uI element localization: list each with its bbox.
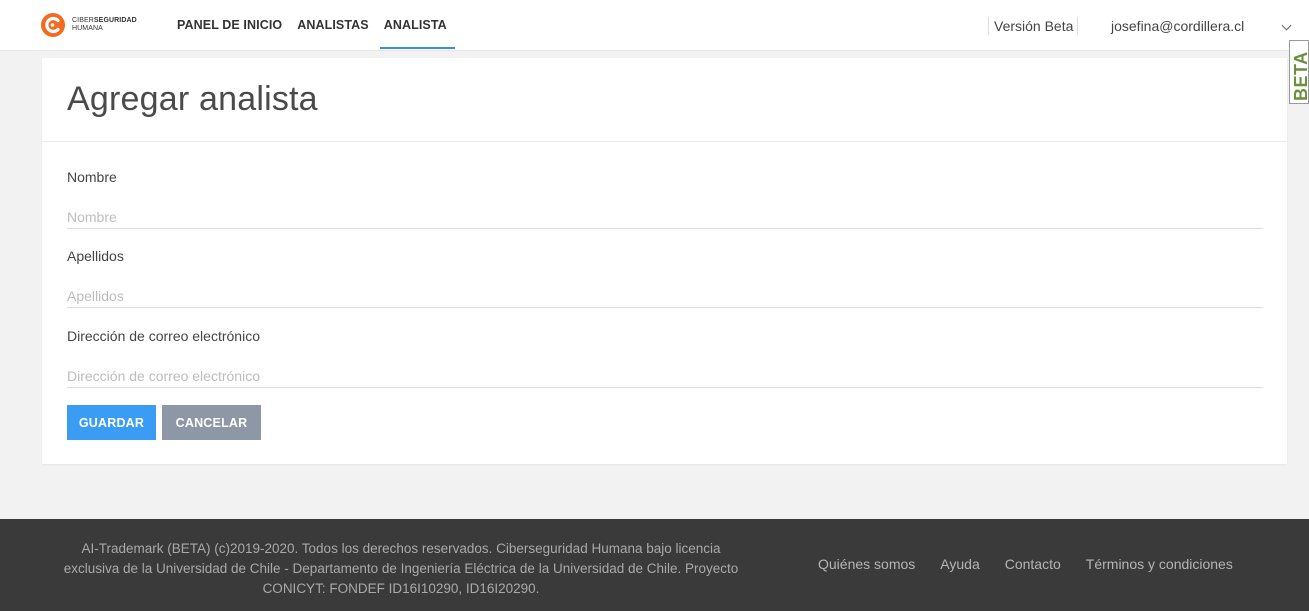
- logo-line1-bold: SEGURIDAD: [93, 17, 137, 24]
- beta-side-tab-label: BETA: [1291, 51, 1309, 101]
- card-header: Agregar analista: [42, 58, 1287, 142]
- email-input[interactable]: [67, 364, 1263, 388]
- logo-icon: [41, 13, 65, 37]
- email-label: Dirección de correo electrónico: [67, 328, 260, 344]
- version-badge: Versión Beta: [988, 17, 1079, 35]
- footer-link-terminos[interactable]: Términos y condiciones: [1086, 556, 1233, 572]
- add-analyst-card: Agregar analista Nombre Apellidos Direcc…: [42, 58, 1287, 464]
- logo-line2: HUMANA: [72, 25, 103, 32]
- footer-link-contacto[interactable]: Contacto: [1005, 556, 1061, 572]
- user-menu[interactable]: josefina@cordillera.cl: [1111, 17, 1244, 35]
- nombre-field: Nombre: [67, 169, 1263, 229]
- nombre-label: Nombre: [67, 169, 117, 185]
- email-field: Dirección de correo electrónico: [67, 328, 1263, 388]
- footer: AI-Trademark (BETA) (c)2019-2020. Todos …: [0, 519, 1309, 611]
- apellidos-label: Apellidos: [67, 248, 124, 264]
- top-navbar: CIBERSEGURIDAD HUMANA PANEL DE INICIO AN…: [0, 0, 1309, 51]
- logo-line1-light: CIBER: [72, 17, 94, 24]
- save-button[interactable]: GUARDAR: [67, 405, 156, 440]
- nav-panel-de-inicio[interactable]: PANEL DE INICIO: [177, 0, 282, 51]
- footer-copyright: AI-Trademark (BETA) (c)2019-2020. Todos …: [40, 539, 762, 599]
- chevron-down-icon[interactable]: [1281, 20, 1292, 31]
- nav-analista[interactable]: ANALISTA: [379, 0, 455, 51]
- nav-analistas[interactable]: ANALISTAS: [297, 0, 369, 51]
- footer-links: Quiénes somos Ayuda Contacto Términos y …: [818, 556, 1258, 572]
- footer-copyright-line1: AI-Trademark (BETA) (c)2019-2020. Todos …: [81, 541, 721, 556]
- page-title: Agregar analista: [67, 80, 318, 118]
- main-nav: PANEL DE INICIO ANALISTAS ANALISTA: [177, 0, 462, 51]
- footer-link-ayuda[interactable]: Ayuda: [940, 556, 979, 572]
- footer-copyright-line2: exclusiva de la Universidad de Chile - D…: [63, 561, 739, 576]
- cancel-button[interactable]: CANCELAR: [162, 405, 261, 440]
- nombre-input[interactable]: [67, 205, 1263, 229]
- footer-link-quienes-somos[interactable]: Quiénes somos: [818, 556, 915, 572]
- beta-side-tab[interactable]: BETA: [1289, 40, 1309, 104]
- footer-copyright-line3: CONICYT: FONDEF ID16I10290, ID16I20290.: [262, 581, 540, 596]
- logo[interactable]: CIBERSEGURIDAD HUMANA: [40, 12, 137, 38]
- logo-text: CIBERSEGURIDAD HUMANA: [72, 17, 137, 33]
- apellidos-field: Apellidos: [67, 248, 1263, 308]
- apellidos-input[interactable]: [67, 284, 1263, 308]
